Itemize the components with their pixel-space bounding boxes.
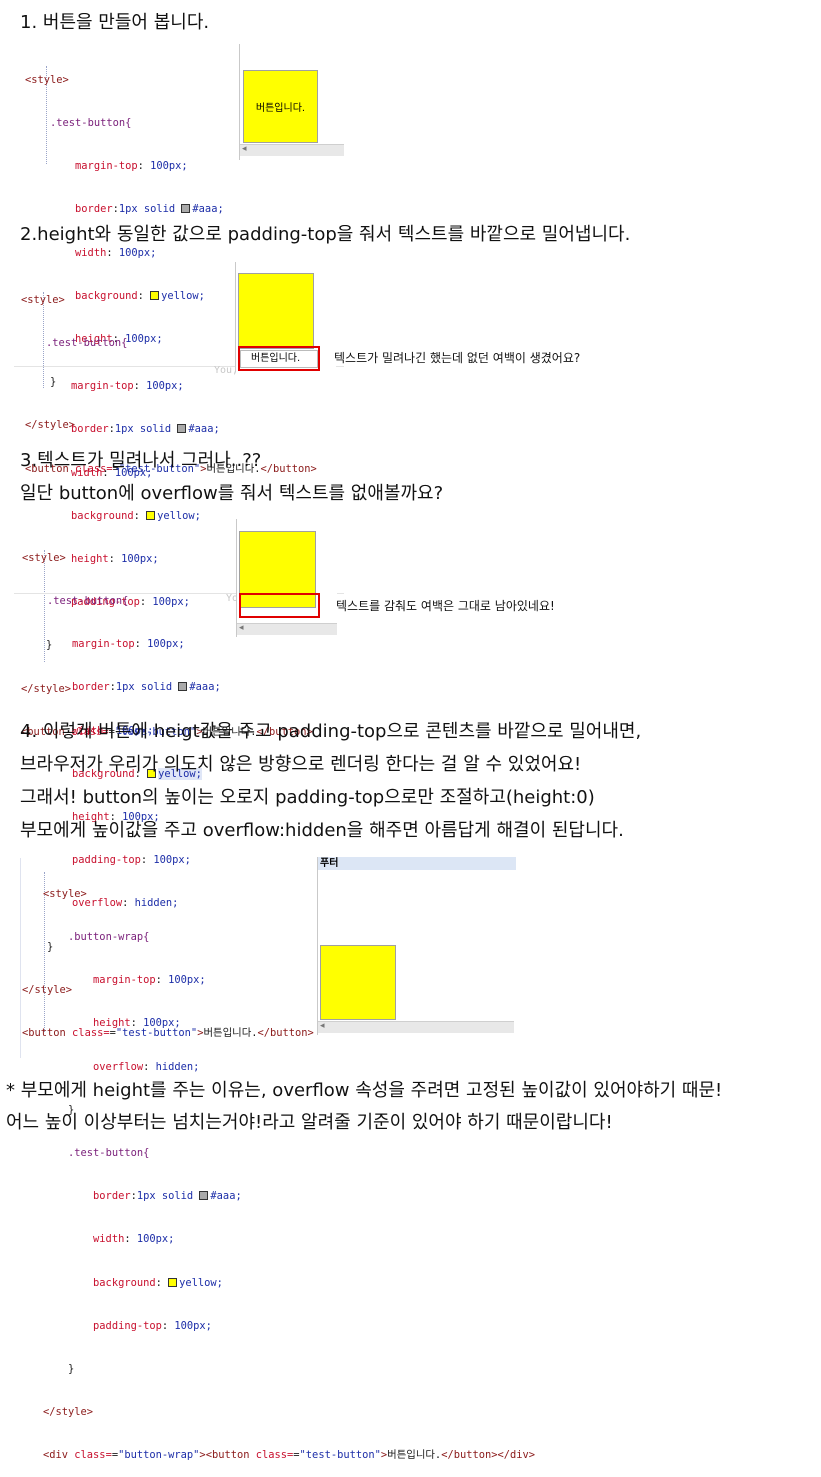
code-value: #aaa; <box>210 1190 242 1203</box>
section-2-note: 텍스트가 밀려나긴 했는데 없던 여백이 생겼어요? <box>334 351 581 365</box>
code-value: #aaa; <box>192 203 224 216</box>
code-selector: .test-button{ <box>46 337 128 350</box>
section-4-line-1: 4. 이렇게 버튼에 heigt값을 주고 padding-top으로 콘텐츠를… <box>20 721 642 742</box>
code-brace: } <box>68 1363 75 1376</box>
code-prop: width <box>93 1233 125 1246</box>
color-swatch-icon <box>178 682 188 692</box>
button-label: 버튼입니다. <box>255 103 306 114</box>
code-prop: background <box>71 509 134 522</box>
code-value: #aaa; <box>188 423 220 436</box>
code-style-open: <style> <box>22 551 66 564</box>
code-string: "test-button" <box>299 1449 381 1462</box>
color-swatch-icon <box>146 510 156 520</box>
code-value: 100px; <box>146 380 184 393</box>
section-4-line-2: 브라우저가 우리가 의도치 않은 방향으로 렌더링 한다는 걸 알 수 있었어요… <box>20 754 582 775</box>
code-value: 1px solid <box>115 681 179 694</box>
section-4-line-4: 부모에게 높이값을 주고 overflow:hidden을 해주면 아름답게 해… <box>20 820 624 841</box>
code-value: 1px solid <box>114 423 178 436</box>
code-tag: </div> <box>497 1449 536 1462</box>
code-value: 100px; <box>143 1017 181 1030</box>
test-button-preview[interactable] <box>320 945 396 1020</box>
code-text: 버튼입니다. <box>387 1449 442 1462</box>
highlight-box <box>238 346 320 371</box>
code-prop: border <box>93 1190 131 1203</box>
code-style-close: </style> <box>43 1406 94 1419</box>
code-tag: </button> <box>441 1449 498 1462</box>
code-tag: <button <box>205 1449 250 1462</box>
code-value: yellow; <box>157 509 201 522</box>
code-value: 100px; <box>118 246 157 259</box>
code-value: 100px; <box>136 1233 175 1246</box>
test-button-preview[interactable]: 버튼입니다. <box>243 70 318 143</box>
code-prop: margin-top <box>75 160 138 173</box>
code-prop: overflow <box>93 1060 144 1073</box>
section-3-heading-1: 3.텍스트가 밀려나서 그러나..?? <box>20 450 262 471</box>
code-string: "button-wrap" <box>118 1449 200 1462</box>
highlight-box <box>239 593 320 618</box>
code-prop: background <box>93 1276 156 1289</box>
footer-line-2: 어느 높이 이상부터는 넘치는거야!라고 알려줄 기준이 있어야 하기 때문이랍… <box>6 1112 613 1133</box>
test-button-preview[interactable] <box>238 273 314 349</box>
code-prop: height <box>93 1017 131 1030</box>
code-prop: padding-top <box>93 1319 162 1332</box>
code-value: 100px; <box>147 638 185 651</box>
code-value: 100px; <box>168 974 206 987</box>
color-swatch-icon <box>199 1191 209 1201</box>
code-prop: margin-top <box>72 638 135 651</box>
code-prop: border <box>72 681 110 694</box>
code-prop: margin-top <box>93 974 156 987</box>
color-swatch-icon <box>177 424 187 434</box>
code-value: 1px solid <box>136 1190 200 1203</box>
code-value: yellow; <box>179 1276 223 1289</box>
horizontal-scrollbar[interactable]: ◂ <box>240 144 344 156</box>
browser-preview-4: 푸터 ◂ <box>317 857 516 1035</box>
code-prop: margin-top <box>71 380 134 393</box>
color-swatch-icon <box>168 1277 178 1287</box>
code-attr: class= <box>249 1449 294 1462</box>
horizontal-scrollbar[interactable]: ◂ <box>237 623 337 635</box>
code-selector: .test-button{ <box>47 595 129 608</box>
section-1-heading: 1. 버튼을 만들어 봅니다. <box>20 12 210 33</box>
section-3-note: 텍스트를 감춰도 여백은 그대로 남아있네요! <box>336 599 555 613</box>
code-value: #aaa; <box>189 681 221 694</box>
code-style-open: <style> <box>43 887 87 900</box>
horizontal-scrollbar[interactable]: ◂ <box>318 1021 514 1033</box>
code-prop: width <box>75 246 107 259</box>
preview-header-bar: 푸터 <box>318 857 516 870</box>
browser-preview-3: ◂ <box>236 519 337 637</box>
code-style-open: <style> <box>21 293 65 306</box>
scroll-left-icon[interactable]: ◂ <box>242 144 247 154</box>
code-attr: class= <box>68 1449 112 1462</box>
code-indent-guide <box>20 858 21 1058</box>
code-selector: .test-button{ <box>68 1147 150 1160</box>
code-value: 100px; <box>150 160 188 173</box>
code-prop: border <box>75 203 113 216</box>
code-style-open: <style> <box>25 73 69 86</box>
code-value: 1px solid <box>118 203 182 216</box>
browser-preview-1: 버튼입니다. ◂ <box>239 44 344 160</box>
code-selector: .button-wrap{ <box>68 931 150 944</box>
footer-label: 푸터 <box>320 858 339 869</box>
color-swatch-icon <box>181 204 191 214</box>
code-value: hidden; <box>155 1060 200 1073</box>
section-3-heading-2: 일단 button에 overflow를 줘서 텍스트를 없애볼까요? <box>20 483 444 504</box>
code-tag: <div <box>43 1449 69 1462</box>
section-4-line-3: 그래서! button의 높이는 오로지 padding-top으로만 조절하고… <box>20 787 595 808</box>
code-prop: border <box>71 423 109 436</box>
section-2-heading: 2.height와 동일한 값으로 padding-top을 줘서 텍스트를 바… <box>20 224 631 245</box>
code-selector: .test-button{ <box>50 117 132 130</box>
scroll-left-icon[interactable]: ◂ <box>239 623 244 633</box>
footer-line-1: * 부모에게 height를 주는 이유는, overflow 속성을 주려면 … <box>6 1080 723 1101</box>
code-value: 100px; <box>174 1319 212 1332</box>
scroll-left-icon[interactable]: ◂ <box>320 1021 325 1031</box>
